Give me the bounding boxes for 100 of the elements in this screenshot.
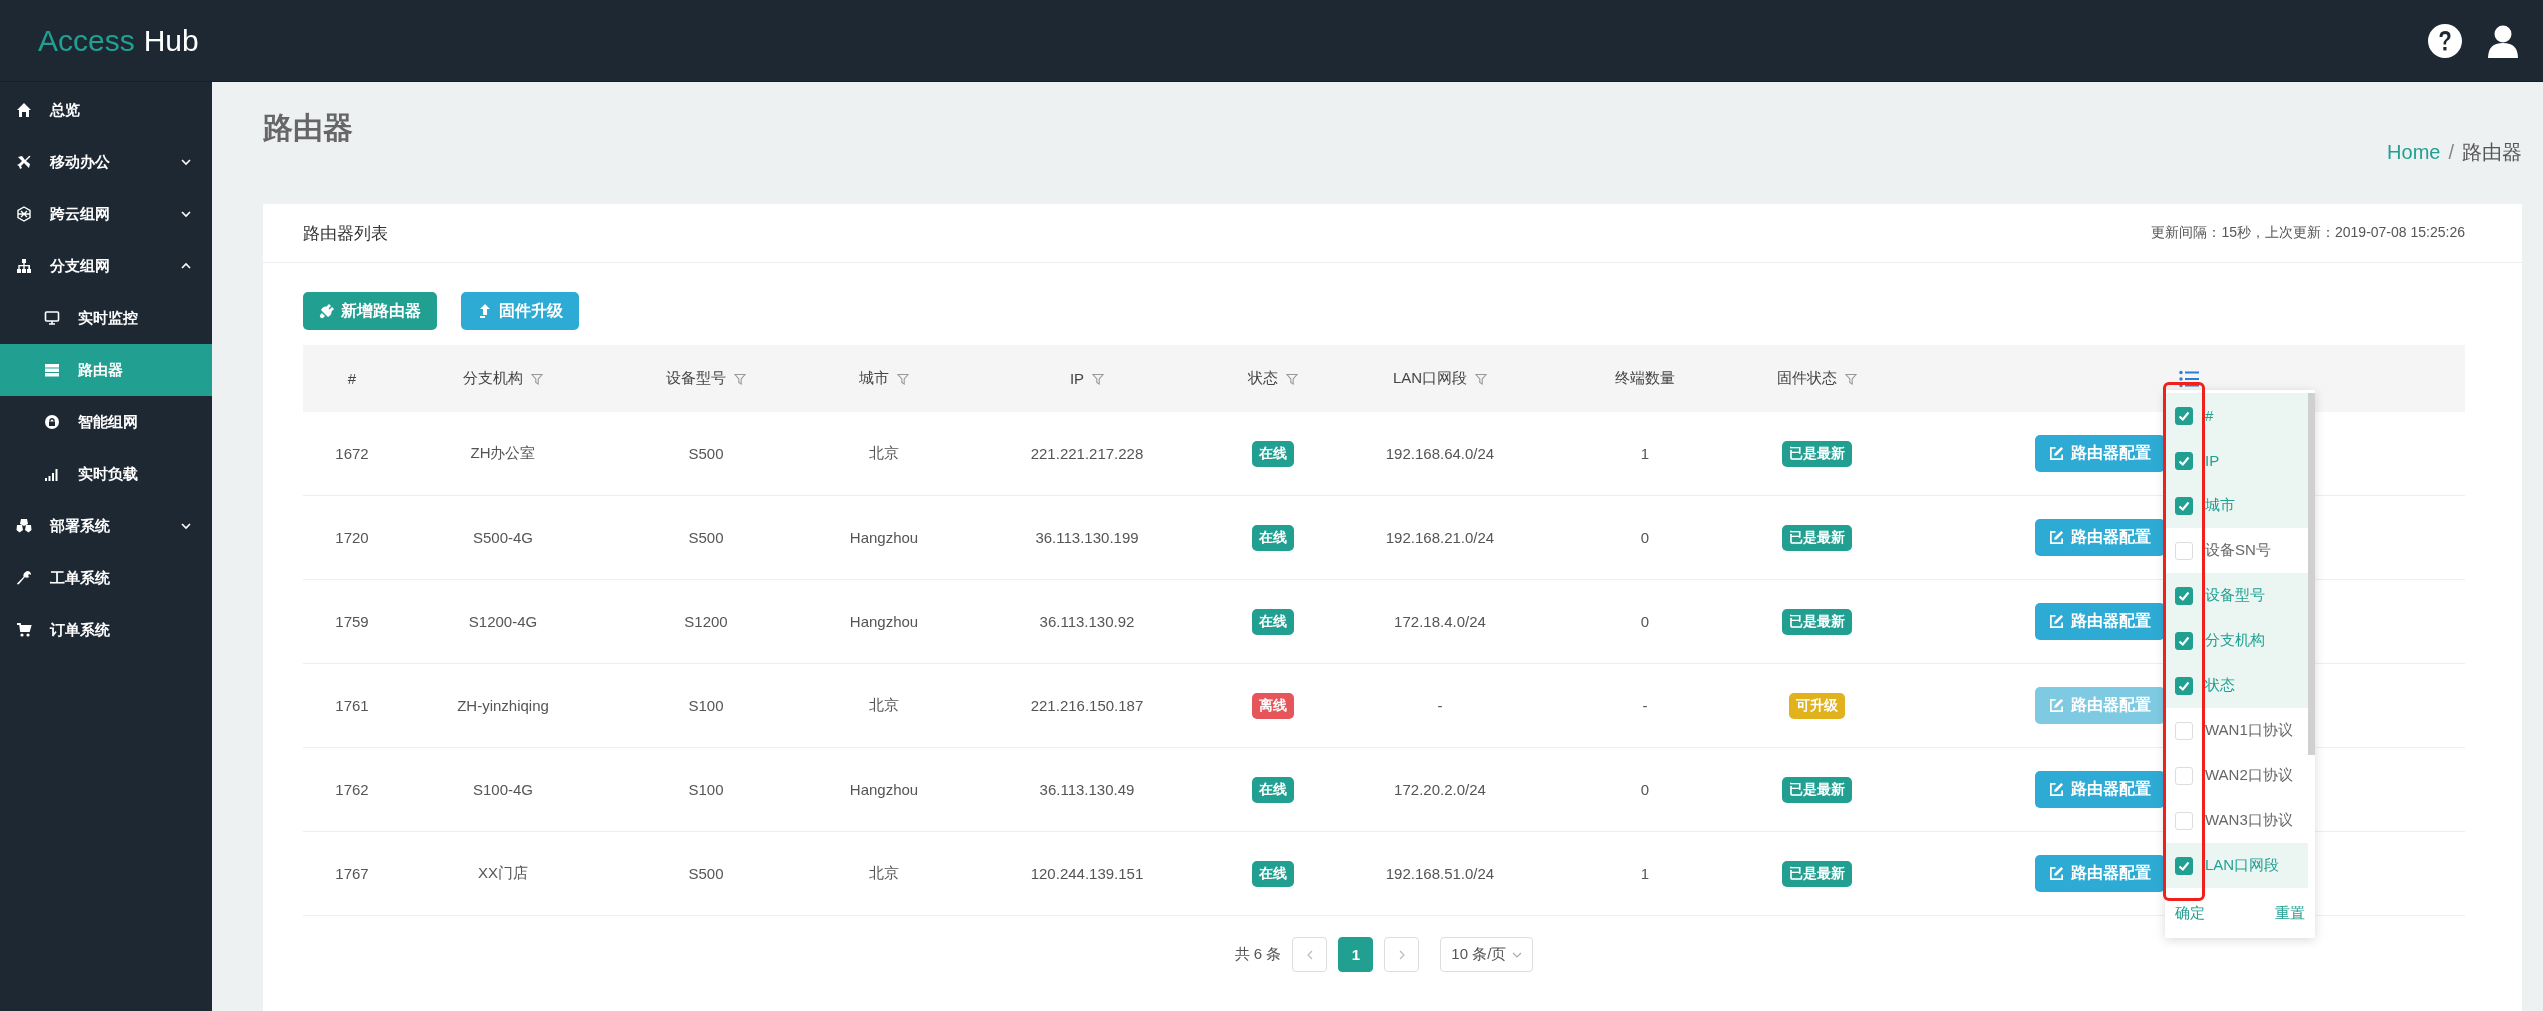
firmware-badge: 已是最新 [1782,608,1852,635]
table-cell: 北京 [869,444,899,463]
signal-icon [44,466,60,482]
page-button[interactable]: 1 [1338,937,1374,972]
check-icon [2178,499,2190,512]
prev-page-button[interactable] [1292,937,1328,972]
breadcrumb-current: 路由器 [2462,140,2522,164]
server-icon [44,362,60,378]
upload-icon [477,303,493,319]
page-title: 路由器 [263,110,353,146]
nav-item[interactable]: 实时监控 [0,292,212,344]
firmware-badge: 已是最新 [1782,860,1852,887]
table-cell: 120.244.139.151 [1030,865,1144,882]
column-header: 设备型号 [666,369,726,388]
table-cell: 1761 [335,697,369,714]
nav-item[interactable]: 订单系统 [0,604,212,656]
checkbox[interactable] [2175,856,2193,875]
router-config-button[interactable]: 路由器配置 [2035,855,2165,892]
checkbox[interactable] [2175,631,2193,650]
scrollbar-thumb[interactable] [2308,393,2315,755]
column-header: 固件状态 [1777,369,1837,388]
edit-icon [2049,698,2064,713]
table-cell: 172.20.2.0/24 [1394,781,1486,798]
page-size-select[interactable]: 10 条/页 [1440,937,1534,972]
edit-icon [2049,530,2064,545]
table-cell: Hangzhou [849,781,919,798]
breadcrumb-link[interactable]: Home [2387,140,2441,164]
add-router-button[interactable]: 新增路由器 [303,292,437,330]
nav-item[interactable]: 实时负载 [0,448,212,500]
router-config-button[interactable]: 路由器配置 [2035,603,2165,640]
table-cell: 0 [1640,613,1650,630]
filter-icon[interactable] [531,372,543,385]
nav-item[interactable]: 总览 [0,84,212,136]
checkbox[interactable] [2175,496,2193,515]
nav-item[interactable]: 移动办公 [0,136,212,188]
firmware-badge: 可升级 [1789,692,1845,719]
nav-item[interactable]: 工单系统 [0,552,212,604]
home-icon [16,102,32,118]
hexagon-icon [16,206,32,222]
nav-item[interactable]: 跨云组网 [0,188,212,240]
router-config-button[interactable]: 路由器配置 [2035,435,2165,472]
table-cell: S500 [688,445,724,462]
total-count: 共 6 条 [1234,945,1282,964]
check-icon [2178,634,2190,647]
table-cell: - [1642,697,1648,714]
table-cell: S100-4G [472,781,533,798]
nav-item[interactable]: 分支组网 [0,240,212,292]
check-icon [2178,679,2190,692]
table-cell: 1 [1640,865,1650,882]
filter-icon[interactable] [1092,372,1105,385]
list-icon[interactable] [2179,369,2199,388]
option-label: 状态 [2205,676,2235,695]
router-config-button[interactable]: 路由器配置 [2035,519,2165,556]
option-label: 分支机构 [2205,631,2265,650]
filter-icon[interactable] [734,372,746,385]
firmware-badge: 已是最新 [1782,524,1852,551]
option-label: WAN2口协议 [2205,766,2293,785]
filter-icon[interactable] [1475,372,1488,385]
firmware-upgrade-button[interactable]: 固件升级 [461,292,579,330]
column-header: IP [1069,370,1085,387]
cart-icon [16,622,32,638]
checkbox[interactable] [2175,451,2193,470]
nav-item[interactable]: 路由器 [0,344,212,396]
option-label: LAN口网段 [2205,856,2280,875]
table-cell: S500 [688,529,724,546]
confirm-link[interactable]: 确定 [2175,903,2205,923]
table-cell: 1720 [335,529,369,546]
table-cell: 0 [1640,781,1650,798]
status-badge: 在线 [1252,860,1294,887]
router-config-button[interactable]: 路由器配置 [2035,771,2165,808]
nav-item[interactable]: 部署系统 [0,500,212,552]
breadcrumb-separator: / [2448,140,2454,164]
edit-icon [2049,866,2064,881]
check-icon [2178,859,2190,872]
option-label: 设备SN号 [2205,541,2271,560]
filter-icon[interactable] [1845,372,1857,385]
table-cell: Hangzhou [849,613,919,630]
table-cell: ZH办公室 [470,444,536,463]
table-cell: 172.18.4.0/24 [1394,613,1486,630]
wrench-icon [16,570,32,586]
option-label: WAN3口协议 [2205,811,2293,830]
nav-item[interactable]: 智能组网 [0,396,212,448]
table-cell: 192.168.21.0/24 [1385,529,1495,546]
help-icon[interactable] [2427,22,2463,59]
filter-icon[interactable] [897,372,909,385]
table-cell: S500 [688,865,724,882]
reset-link[interactable]: 重置 [2275,903,2305,923]
next-page-button[interactable] [1384,937,1420,972]
filter-icon[interactable] [1286,372,1298,385]
table-cell: 1759 [335,613,369,630]
table-cell: 1762 [335,781,369,798]
table-cell: S1200 [684,613,728,630]
checkbox[interactable] [2175,676,2193,695]
checkbox[interactable] [2175,406,2193,425]
option-label: 城市 [2205,496,2235,515]
sitemap-icon [16,258,32,274]
checkbox[interactable] [2175,586,2193,605]
status-badge: 在线 [1252,776,1294,803]
table-cell: 36.113.130.49 [1039,781,1135,798]
logo-text: Hub [143,23,199,58]
